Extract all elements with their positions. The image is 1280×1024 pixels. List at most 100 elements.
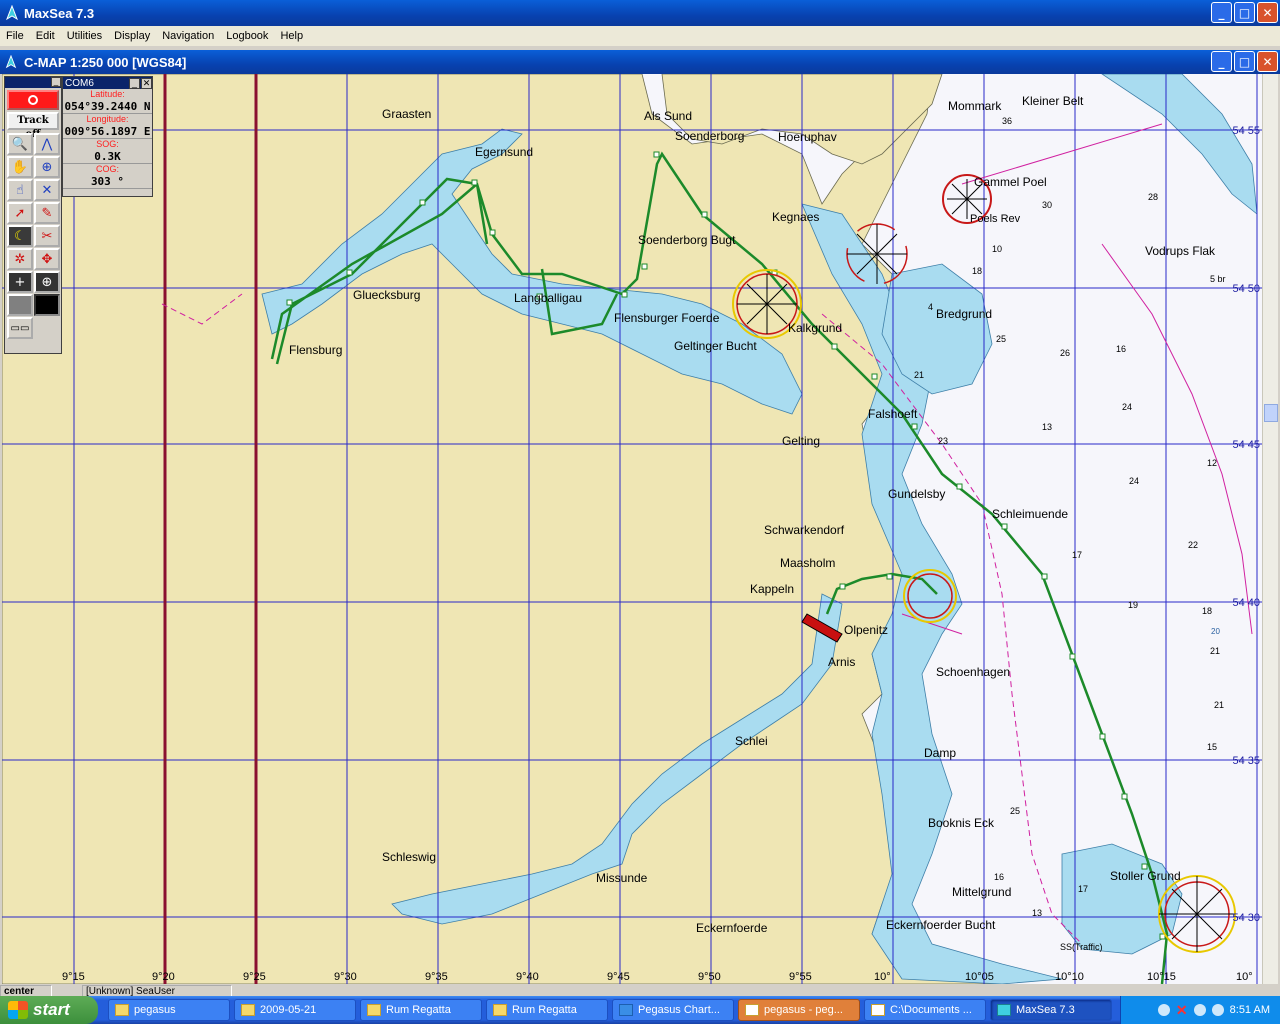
depth-sounding: 30	[1042, 200, 1052, 210]
taskbar-item-pegasus-folder[interactable]: pegasus	[108, 999, 230, 1021]
menu-logbook[interactable]: Logbook	[220, 30, 274, 42]
depth-sounding: 28	[1148, 192, 1158, 202]
network-disconnected-icon[interactable]: ✕	[1176, 1002, 1188, 1019]
nautical-chart[interactable]: Graasten Egernsund Als Sund Soenderborg …	[2, 74, 1262, 984]
label-kalkgrund: Kalkgrund	[788, 321, 842, 335]
menu-edit[interactable]: Edit	[30, 30, 61, 42]
route-tool[interactable]: ✕	[34, 179, 60, 201]
close-button[interactable]: ✕	[1257, 2, 1278, 23]
taskbar-item-rum-regatta-1[interactable]: Rum Regatta	[360, 999, 482, 1021]
grab-tool[interactable]: ☝	[7, 179, 33, 201]
lat-label: 54 50	[1232, 283, 1260, 295]
maximize-button[interactable]: □	[1234, 2, 1255, 23]
latitude-label: Latitude:	[90, 89, 125, 99]
network-icon[interactable]	[1157, 1004, 1170, 1016]
label-gundelsby: Gundelsby	[888, 487, 945, 501]
taskbar-item-pegasus-chart[interactable]: Pegasus Chart...	[612, 999, 734, 1021]
label-arnis: Arnis	[828, 655, 855, 669]
select-tool[interactable]: ➚	[7, 202, 33, 224]
mark-tool[interactable]: ✲	[7, 248, 33, 270]
menu-navigation[interactable]: Navigation	[156, 30, 220, 42]
pan-tool[interactable]: ✋	[7, 156, 33, 178]
depth-sounding: 16	[1116, 344, 1126, 354]
globe-tool[interactable]: ⊕	[34, 271, 60, 293]
start-label: start	[33, 1000, 70, 1019]
label-gammel-poel: Gammel Poel	[974, 175, 1047, 189]
chart-canvas[interactable]: Graasten Egernsund Als Sund Soenderborg …	[2, 74, 1262, 984]
app-title-bar: MaxSea 7.3 _ □ ✕	[0, 0, 1280, 26]
label-schwarkendorf: Schwarkendorf	[764, 523, 845, 537]
chart-maximize-button[interactable]: □	[1234, 51, 1255, 72]
label-falshoeft: Falshoeft	[868, 407, 918, 421]
label-vodrups-flak: Vodrups Flak	[1145, 244, 1216, 258]
menu-display[interactable]: Display	[108, 30, 156, 42]
depth-sounding: 5 br	[1210, 274, 1226, 284]
depth-sounding: 13	[1042, 422, 1052, 432]
pencil-tool[interactable]: ✎	[34, 202, 60, 224]
depth-sounding: 25	[996, 334, 1006, 344]
label-poels-rev: Poels Rev	[970, 213, 1021, 225]
move-tool[interactable]: ✥	[34, 248, 60, 270]
record-button[interactable]	[7, 90, 59, 110]
label-stoller-grund: Stoller Grund	[1110, 869, 1181, 883]
lon-label: 9°25	[243, 971, 266, 983]
clock[interactable]: 8:51 AM	[1230, 1004, 1270, 1016]
gps-panel-close-button[interactable]: ✕	[141, 77, 152, 89]
center-tool[interactable]: ⊕	[34, 156, 60, 178]
menu-utilities[interactable]: Utilities	[61, 30, 108, 42]
label-schoenhagen: Schoenhagen	[936, 665, 1010, 679]
menu-help[interactable]: Help	[274, 30, 309, 42]
label-maasholm: Maasholm	[780, 556, 835, 570]
chart-vertical-scrollbar[interactable]	[1262, 74, 1278, 984]
blank-tool-1[interactable]	[7, 294, 33, 316]
hand-icon: ✋	[11, 159, 29, 175]
depth-sounding: 4	[928, 302, 933, 312]
blank-tool-2[interactable]	[34, 294, 60, 316]
add-tool[interactable]: +	[7, 271, 33, 293]
mark-icon: ✲	[14, 251, 26, 267]
system-tray: ✕ 8:51 AM	[1120, 996, 1280, 1024]
label-eckernfoerder-bucht: Eckernfoerder Bucht	[886, 918, 996, 932]
route-icon: ✕	[41, 182, 53, 198]
label-flensburger-foerde: Flensburger Foerde	[614, 311, 720, 325]
taskbar-item-documents[interactable]: C:\Documents ...	[864, 999, 986, 1021]
taskbar-item-maxsea[interactable]: MaxSea 7.3	[990, 999, 1112, 1021]
lon-label: 10°05	[965, 971, 994, 983]
tool-palette: _ Track off 🔍 ⋀ ✋ ⊕ ☝ ✕ ➚ ✎ ☾ ✂ ✲ ✥ + ⊕ …	[4, 76, 62, 354]
start-button[interactable]: start	[0, 996, 98, 1024]
minimize-button[interactable]: _	[1211, 2, 1232, 23]
windows-flag-icon	[8, 1001, 28, 1019]
compass-tool[interactable]: ⋀	[34, 133, 60, 155]
taskbar-item-rum-regatta-2[interactable]: Rum Regatta	[486, 999, 608, 1021]
night-mode-tool[interactable]: ☾	[7, 225, 33, 247]
label-schlei: Schlei	[735, 734, 768, 748]
depth-sounding: 36	[1002, 116, 1012, 126]
lon-label: 9°55	[789, 971, 812, 983]
label-gluecksburg: Gluecksburg	[353, 288, 420, 302]
maxsea-app-icon	[5, 55, 17, 69]
tool-palette-close-button[interactable]: _	[51, 77, 61, 87]
chart-minimize-button[interactable]: _	[1211, 51, 1232, 72]
image-icon	[745, 1004, 759, 1016]
windows-taskbar: start pegasus 2009-05-21 Rum Regatta Rum…	[0, 996, 1280, 1024]
menu-file[interactable]: File	[0, 30, 30, 42]
task-label: pegasus	[134, 1004, 176, 1016]
zoom-tool[interactable]: 🔍	[7, 133, 33, 155]
gps-panel-minimize-button[interactable]: _	[129, 77, 140, 89]
window-tool[interactable]: ▭▭	[7, 317, 33, 339]
security-icon[interactable]	[1193, 1004, 1206, 1016]
label-schleimuende: Schleimuende	[992, 507, 1068, 521]
compass-rose-stoller-grund	[1158, 875, 1236, 953]
chart-close-button[interactable]: ✕	[1257, 51, 1278, 72]
taskbar-item-2009-05-21[interactable]: 2009-05-21	[234, 999, 356, 1021]
depth-sounding: 24	[1129, 476, 1139, 486]
cut-tool[interactable]: ✂	[34, 225, 60, 247]
label-schleswig: Schleswig	[382, 850, 436, 864]
taskbar-item-pegasus-image[interactable]: pegasus - peg...	[738, 999, 860, 1021]
scrollbar-thumb[interactable]	[1264, 404, 1278, 422]
document-icon	[871, 1004, 885, 1016]
depth-sounding: 10	[992, 244, 1002, 254]
track-toggle-button[interactable]: Track off	[7, 112, 59, 140]
messenger-icon[interactable]	[1211, 1004, 1224, 1016]
lon-label: 10°10	[1055, 971, 1084, 983]
